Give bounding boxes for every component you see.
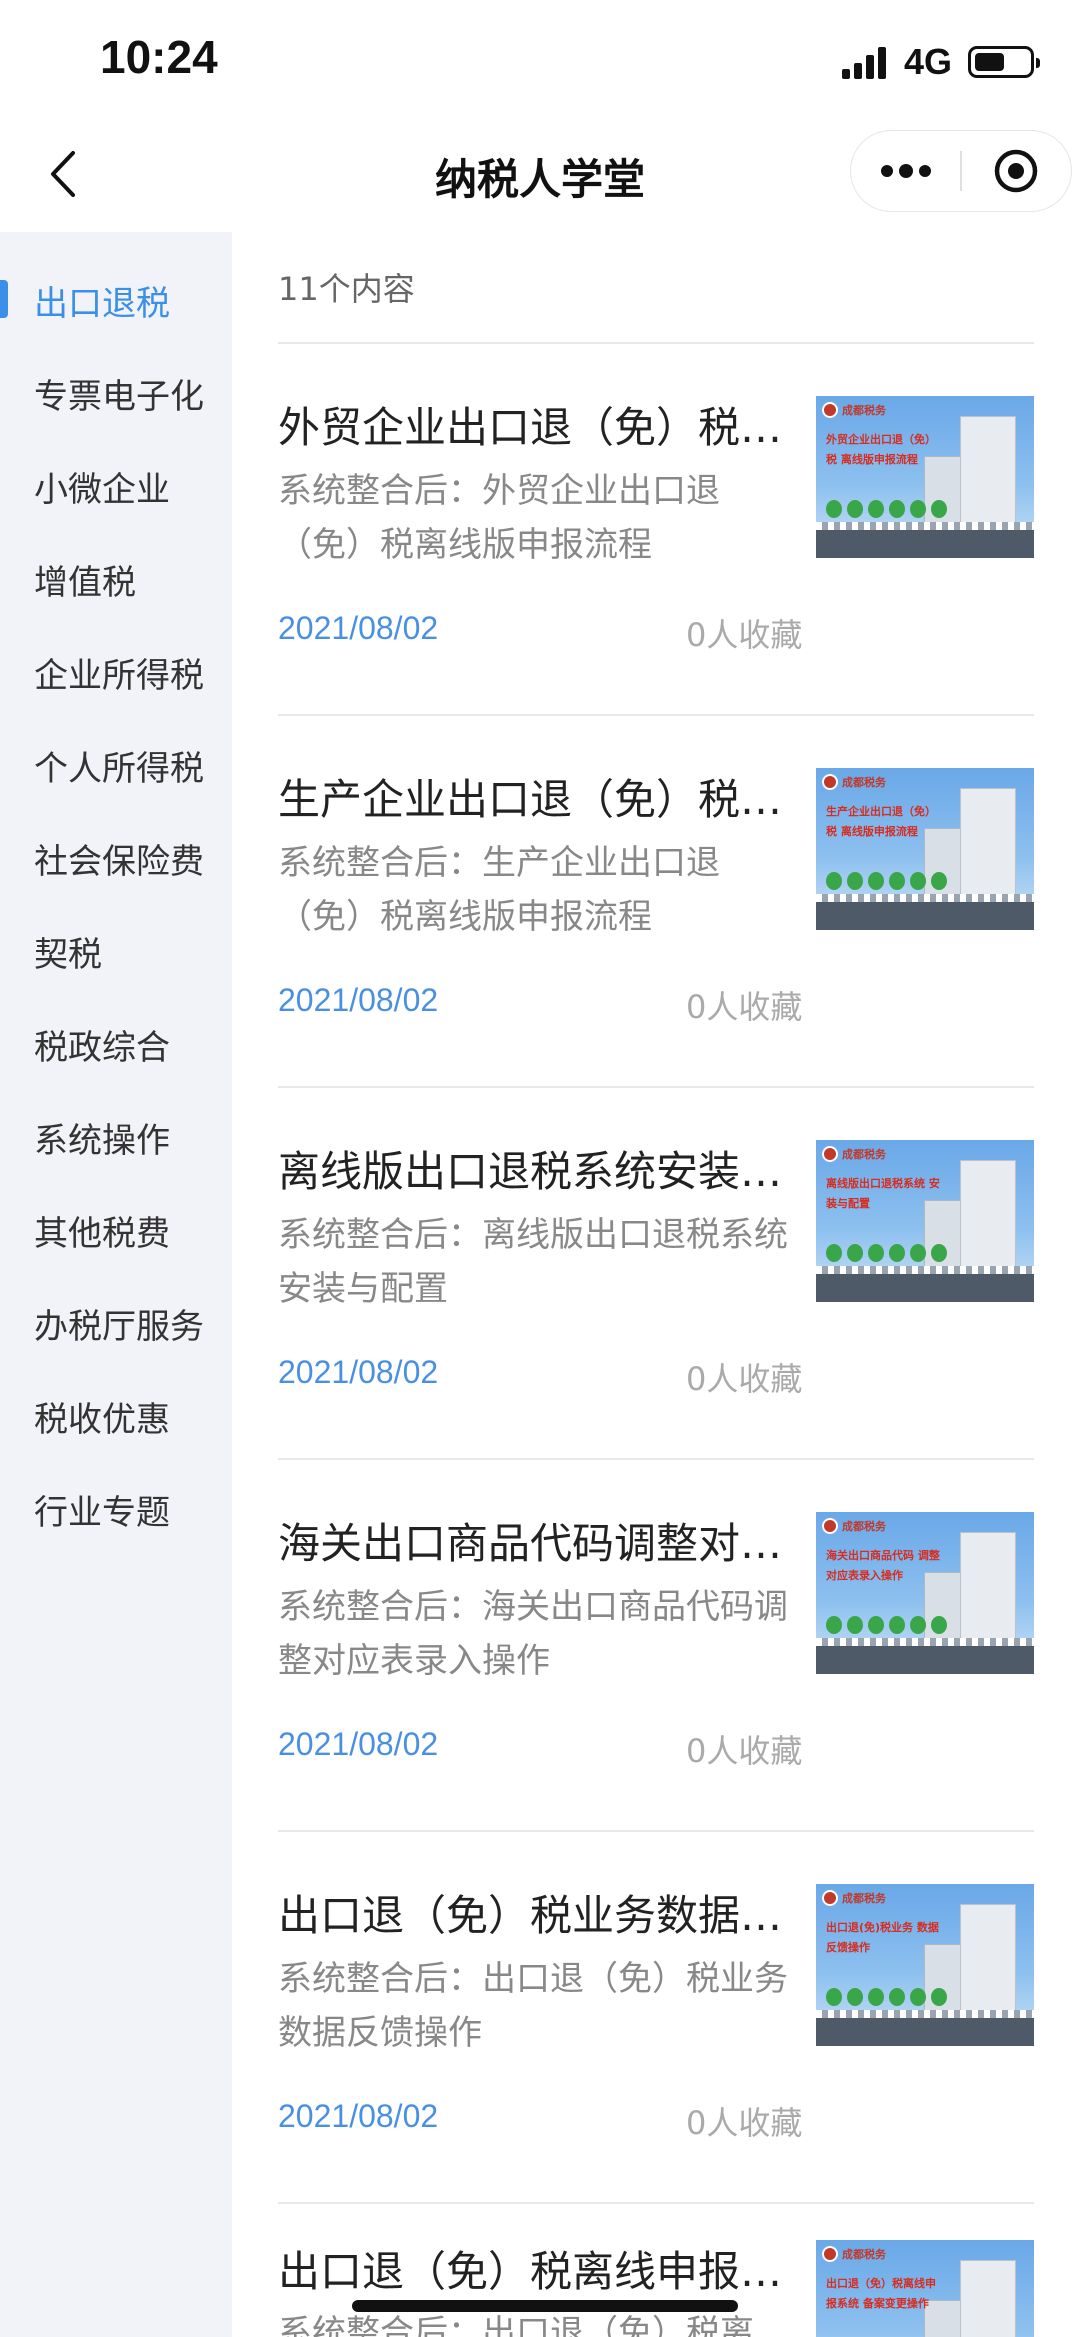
card-favorites: 0人收藏	[686, 1732, 803, 1770]
card-thumbnail: 成都税务 出口退（免）税离线申报系统 备案变更操作	[816, 2240, 1034, 2337]
card-title: 离线版出口退税系统安装与配置	[278, 1147, 808, 1196]
tax-logo-icon	[822, 402, 838, 418]
sidebar-item-export-refund[interactable]: 出口退税	[0, 260, 232, 340]
content-list: 11个内容 外贸企业出口退（免）税离线版申报流程 系统整合后：外贸企业出口退（免…	[232, 232, 1080, 2337]
thumbnail-logo-text: 成都税务	[842, 404, 886, 417]
sidebar-item-social-insurance[interactable]: 社会保险费	[0, 818, 232, 898]
card-description: 系统整合后：海关出口商品代码调整对应表录入操作	[278, 1587, 788, 1681]
home-indicator	[352, 2300, 738, 2312]
tax-logo-icon	[822, 2246, 838, 2262]
sidebar-item-vat[interactable]: 增值税	[0, 539, 232, 619]
thumbnail-caption: 生产企业出口退（免）税 离线版申报流程	[826, 805, 936, 838]
content-card[interactable]: 海关出口商品代码调整对应表录入操作 系统整合后：海关出口商品代码调整对应表录入操…	[278, 1460, 1034, 1830]
card-title: 出口退（免）税离线申报系统备案变更操作	[278, 2247, 808, 2296]
card-title: 生产企业出口退（免）税离线版申报流程	[278, 775, 808, 824]
network-type: 4G	[903, 41, 952, 82]
tax-logo-icon	[822, 774, 838, 790]
sidebar-item-system-operation[interactable]: 系统操作	[0, 1097, 232, 1177]
card-title: 海关出口商品代码调整对应表录入操作	[278, 1519, 808, 1568]
sidebar-item-deed-tax[interactable]: 契税	[0, 911, 232, 991]
more-dots-icon	[880, 164, 931, 178]
close-mini-program-button[interactable]	[962, 131, 1071, 211]
sidebar-item-e-invoice[interactable]: 专票电子化	[0, 353, 232, 433]
card-thumbnail: 成都税务 外贸企业出口退（免）税 离线版申报流程	[816, 396, 1034, 558]
card-thumbnail: 成都税务 海关出口商品代码 调整对应表录入操作	[816, 1512, 1034, 1674]
status-icons: 4G	[841, 40, 1040, 84]
card-thumbnail: 成都税务 离线版出口退税系统 安装与配置	[816, 1140, 1034, 1302]
thumbnail-caption: 海关出口商品代码 调整对应表录入操作	[826, 1549, 940, 1582]
card-date: 2021/08/02	[278, 610, 439, 646]
thumbnail-logo-text: 成都税务	[842, 1148, 886, 1161]
content-card[interactable]: 外贸企业出口退（免）税离线版申报流程 系统整合后：外贸企业出口退（免）税离线版申…	[278, 344, 1034, 714]
mini-program-capsule	[850, 130, 1072, 212]
card-date: 2021/08/02	[278, 1726, 439, 1762]
card-title: 外贸企业出口退（免）税离线版申报流程	[278, 403, 808, 452]
thumbnail-caption: 出口退(免)税业务 数据反馈操作	[826, 1921, 939, 1954]
nav-bar: 纳税人学堂	[0, 120, 1080, 232]
status-time: 10:24	[100, 31, 218, 83]
card-description: 系统整合后：出口退（免）税业务数据反馈操作	[278, 1959, 788, 2053]
sidebar-item-industry-topics[interactable]: 行业专题	[0, 1469, 232, 1549]
sidebar-item-personal-income-tax[interactable]: 个人所得税	[0, 725, 232, 805]
thumbnail-logo-text: 成都税务	[842, 1520, 886, 1533]
card-description: 系统整合后：生产企业出口退（免）税离线版申报流程	[278, 843, 720, 937]
content-card[interactable]: 生产企业出口退（免）税离线版申报流程 系统整合后：生产企业出口退（免）税离线版申…	[278, 716, 1034, 1086]
target-close-icon	[995, 149, 1038, 193]
card-description: 系统整合后：外贸企业出口退（免）税离线版申报流程	[278, 471, 720, 565]
card-date: 2021/08/02	[278, 2098, 439, 2134]
card-thumbnail: 成都税务 出口退(免)税业务 数据反馈操作	[816, 1884, 1034, 2046]
card-date: 2021/08/02	[278, 1354, 439, 1390]
battery-icon	[968, 46, 1040, 78]
card-favorites: 0人收藏	[686, 616, 803, 654]
content-card[interactable]: 出口退（免）税业务数据反馈操作 系统整合后：出口退（免）税业务数据反馈操作 20…	[278, 1832, 1034, 2202]
category-sidebar: 出口退税 专票电子化 小微企业 增值税 企业所得税 个人所得税 社会保险费 契税…	[0, 232, 232, 2337]
card-favorites: 0人收藏	[686, 2104, 803, 2142]
content-count: 11个内容	[278, 270, 415, 308]
thumbnail-caption: 外贸企业出口退（免）税 离线版申报流程	[826, 433, 936, 466]
card-thumbnail: 成都税务 生产企业出口退（免）税 离线版申报流程	[816, 768, 1034, 930]
tax-logo-icon	[822, 1146, 838, 1162]
tax-logo-icon	[822, 1518, 838, 1534]
more-button[interactable]	[851, 131, 960, 211]
sidebar-item-tax-policy[interactable]: 税政综合	[0, 1004, 232, 1084]
card-date: 2021/08/02	[278, 982, 439, 1018]
sidebar-item-small-business[interactable]: 小微企业	[0, 446, 232, 526]
sidebar-item-other-taxes[interactable]: 其他税费	[0, 1190, 232, 1270]
tax-logo-icon	[822, 1890, 838, 1906]
thumbnail-caption: 离线版出口退税系统 安装与配置	[826, 1177, 940, 1210]
thumbnail-logo-text: 成都税务	[842, 776, 886, 789]
card-favorites: 0人收藏	[686, 1360, 803, 1398]
card-favorites: 0人收藏	[686, 988, 803, 1026]
content-card[interactable]: 离线版出口退税系统安装与配置 系统整合后：离线版出口退税系统安装与配置 2021…	[278, 1088, 1034, 1458]
card-description: 系统整合后：离线版出口退税系统安装与配置	[278, 1215, 788, 1309]
sidebar-item-tax-incentives[interactable]: 税收优惠	[0, 1376, 232, 1456]
sidebar-item-service-hall[interactable]: 办税厅服务	[0, 1283, 232, 1363]
signal-icon	[841, 45, 890, 79]
card-title: 出口退（免）税业务数据反馈操作	[278, 1891, 808, 1940]
status-bar: 10:24 4G	[0, 0, 1080, 120]
content-card[interactable]: 出口退（免）税离线申报系统备案变更操作 系统整合后：出口退（免）税离 成都税务 …	[278, 2204, 1034, 2337]
thumbnail-caption: 出口退（免）税离线申报系统 备案变更操作	[826, 2277, 936, 2310]
sidebar-item-corporate-income-tax[interactable]: 企业所得税	[0, 632, 232, 712]
thumbnail-logo-text: 成都税务	[842, 2248, 886, 2261]
thumbnail-logo-text: 成都税务	[842, 1892, 886, 1905]
